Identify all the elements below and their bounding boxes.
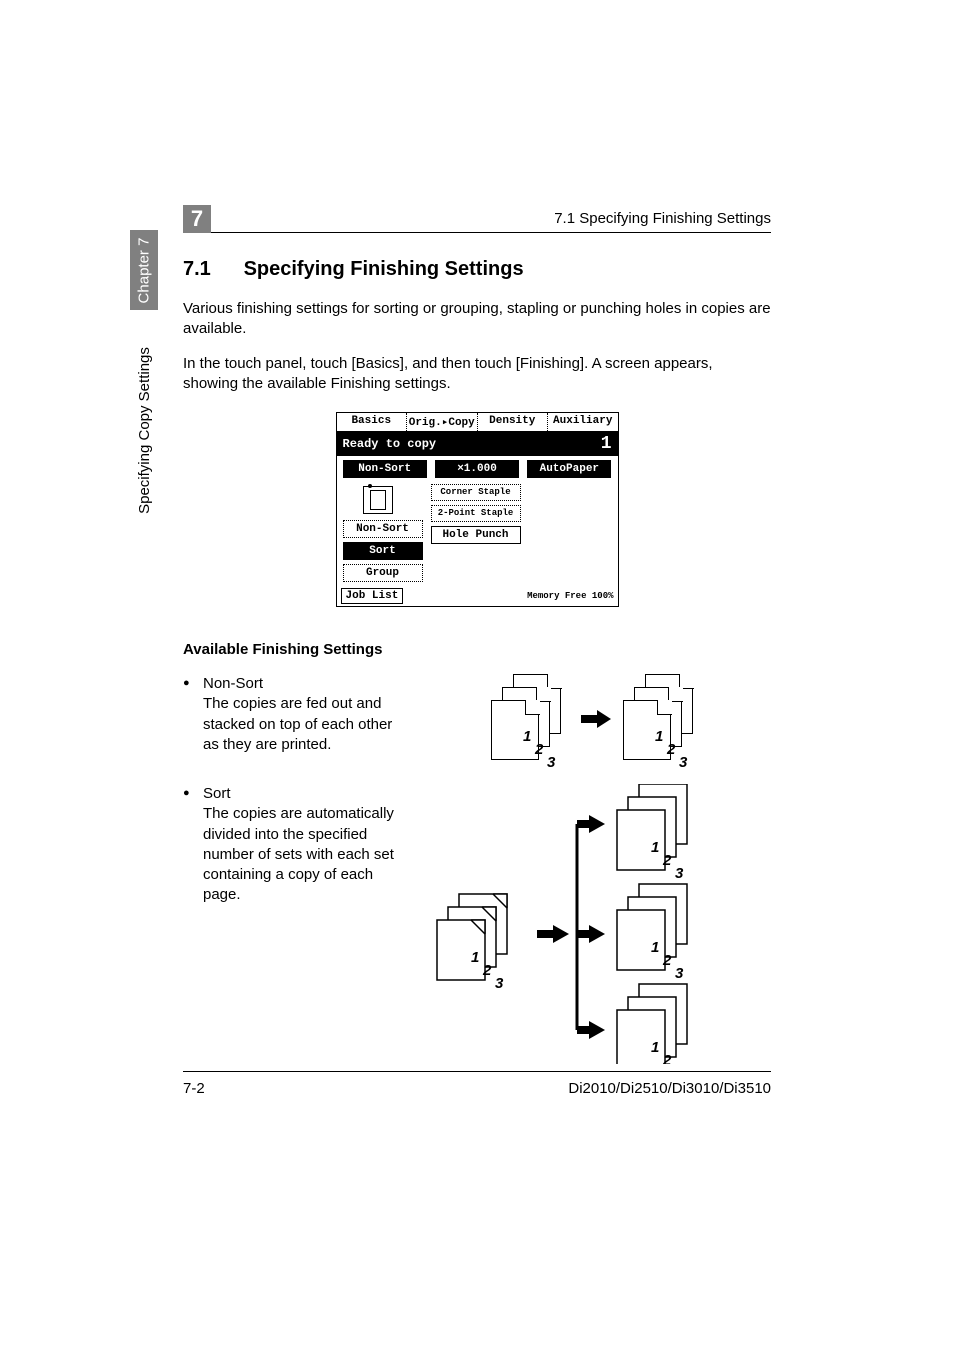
item-non-sort: Non-Sort The copies are fed out and stac… <box>183 674 771 764</box>
page-num: 1 <box>655 728 663 745</box>
chapter-number: 7 <box>191 206 203 232</box>
panel-copy-count: 1 <box>601 435 612 453</box>
btn-corner-staple[interactable]: Corner Staple <box>431 484 521 501</box>
page-num: 1 <box>471 949 479 966</box>
touch-panel: Basics Orig.▸Copy Density Auxiliary Read… <box>336 412 619 607</box>
available-heading: Available Finishing Settings <box>183 641 771 658</box>
memory-free-value: 100% <box>592 591 614 601</box>
nonsort-output-stack: 1 2 3 <box>623 674 703 764</box>
body: 7.1 Specifying Finishing Settings Variou… <box>183 258 771 1089</box>
btn-job-list[interactable]: Job List <box>341 588 404 604</box>
tab-orig-copy[interactable]: Orig.▸Copy <box>407 413 478 431</box>
btn-hole-punch[interactable]: Hole Punch <box>431 526 521 544</box>
chapter-number-box: 7 <box>183 205 211 233</box>
touch-panel-figure: Basics Orig.▸Copy Density Auxiliary Read… <box>183 412 771 607</box>
page-num: 3 <box>495 975 504 992</box>
item-sort: Sort The copies are automatically divide… <box>183 784 771 1069</box>
document-icon <box>363 486 393 514</box>
svg-text:1: 1 <box>651 1039 659 1056</box>
panel-right-col: Corner Staple 2-Point Staple Hole Punch <box>431 484 521 582</box>
section-title: Specifying Finishing Settings <box>244 258 524 280</box>
section-side-label: Specifying Copy Settings <box>130 330 158 530</box>
tab-basics[interactable]: Basics <box>337 413 408 431</box>
page-num: 2 <box>667 741 675 758</box>
memory-free-label: Memory Free <box>527 591 586 601</box>
tab-density[interactable]: Density <box>478 413 549 431</box>
page: Chapter 7 Specifying Copy Settings 7 7.1… <box>0 0 954 1351</box>
btn-sort[interactable]: Sort <box>343 542 423 560</box>
bullet-icon <box>183 674 203 694</box>
summary-paper[interactable]: AutoPaper <box>527 460 611 478</box>
svg-text:1: 1 <box>651 939 659 956</box>
summary-sort[interactable]: Non-Sort <box>343 460 427 478</box>
header-rule <box>211 232 771 233</box>
page-num: 2 <box>482 962 492 979</box>
svg-text:2: 2 <box>662 952 672 969</box>
item-non-sort-desc: The copies are fed out and stacked on to… <box>183 694 403 755</box>
panel-tabs: Basics Orig.▸Copy Density Auxiliary <box>337 413 618 432</box>
footer-rule <box>183 1071 771 1072</box>
page-num: 2 <box>535 741 543 758</box>
item-non-sort-figure: 1 2 3 1 2 3 <box>423 674 771 764</box>
panel-summary-row: Non-Sort ×1.000 AutoPaper <box>337 456 618 482</box>
page-num: 3 <box>679 754 687 771</box>
panel-status-text: Ready to copy <box>343 437 437 451</box>
page-num: 1 <box>523 728 531 745</box>
btn-non-sort[interactable]: Non-Sort <box>343 520 423 538</box>
section-side-label-text: Specifying Copy Settings <box>136 347 153 514</box>
item-non-sort-name: Non-Sort <box>203 675 263 692</box>
running-header: 7.1 Specifying Finishing Settings <box>554 210 771 227</box>
chapter-tab: Chapter 7 <box>130 230 158 310</box>
item-sort-figure: 1 2 3 <box>423 784 771 1069</box>
svg-text:2: 2 <box>662 1052 672 1064</box>
intro-paragraph-1: Various finishing settings for sorting o… <box>183 299 771 340</box>
nonsort-input-stack: 1 2 3 <box>491 674 571 764</box>
btn-group[interactable]: Group <box>343 564 423 582</box>
bullet-icon <box>183 784 203 804</box>
intro-paragraph-2: In the touch panel, touch [Basics], and … <box>183 354 771 395</box>
section-heading: 7.1 Specifying Finishing Settings <box>183 258 771 281</box>
item-sort-text: Sort The copies are automatically divide… <box>183 784 423 1069</box>
tab-auxiliary[interactable]: Auxiliary <box>548 413 618 431</box>
sort-diagram-svg: 1 2 3 <box>427 784 767 1064</box>
btn-2point-staple[interactable]: 2-Point Staple <box>431 505 521 522</box>
sheet-icon <box>623 700 671 760</box>
item-non-sort-text: Non-Sort The copies are fed out and stac… <box>183 674 423 764</box>
svg-text:1: 1 <box>651 839 659 856</box>
svg-text:3: 3 <box>675 865 684 882</box>
arrow-right-icon <box>581 712 613 726</box>
panel-left-col: Non-Sort Sort Group <box>343 484 423 582</box>
item-sort-name: Sort <box>203 785 231 802</box>
memory-free: Memory Free 100% <box>527 592 613 601</box>
footer-page-number: 7-2 <box>183 1080 205 1097</box>
svg-text:2: 2 <box>662 852 672 869</box>
section-number: 7.1 <box>183 258 238 281</box>
panel-status-bar: Ready to copy 1 <box>337 432 618 456</box>
panel-options: Non-Sort Sort Group Corner Staple 2-Poin… <box>337 482 618 588</box>
item-sort-desc: The copies are automatically divided int… <box>183 804 403 905</box>
svg-text:3: 3 <box>675 965 684 982</box>
chapter-tab-label: Chapter 7 <box>136 237 153 303</box>
sheet-icon <box>491 700 539 760</box>
footer-models: Di2010/Di2510/Di3010/Di3510 <box>568 1080 771 1097</box>
panel-footer: Job List Memory Free 100% <box>337 588 618 606</box>
page-num: 3 <box>547 754 555 771</box>
summary-zoom[interactable]: ×1.000 <box>435 460 519 478</box>
